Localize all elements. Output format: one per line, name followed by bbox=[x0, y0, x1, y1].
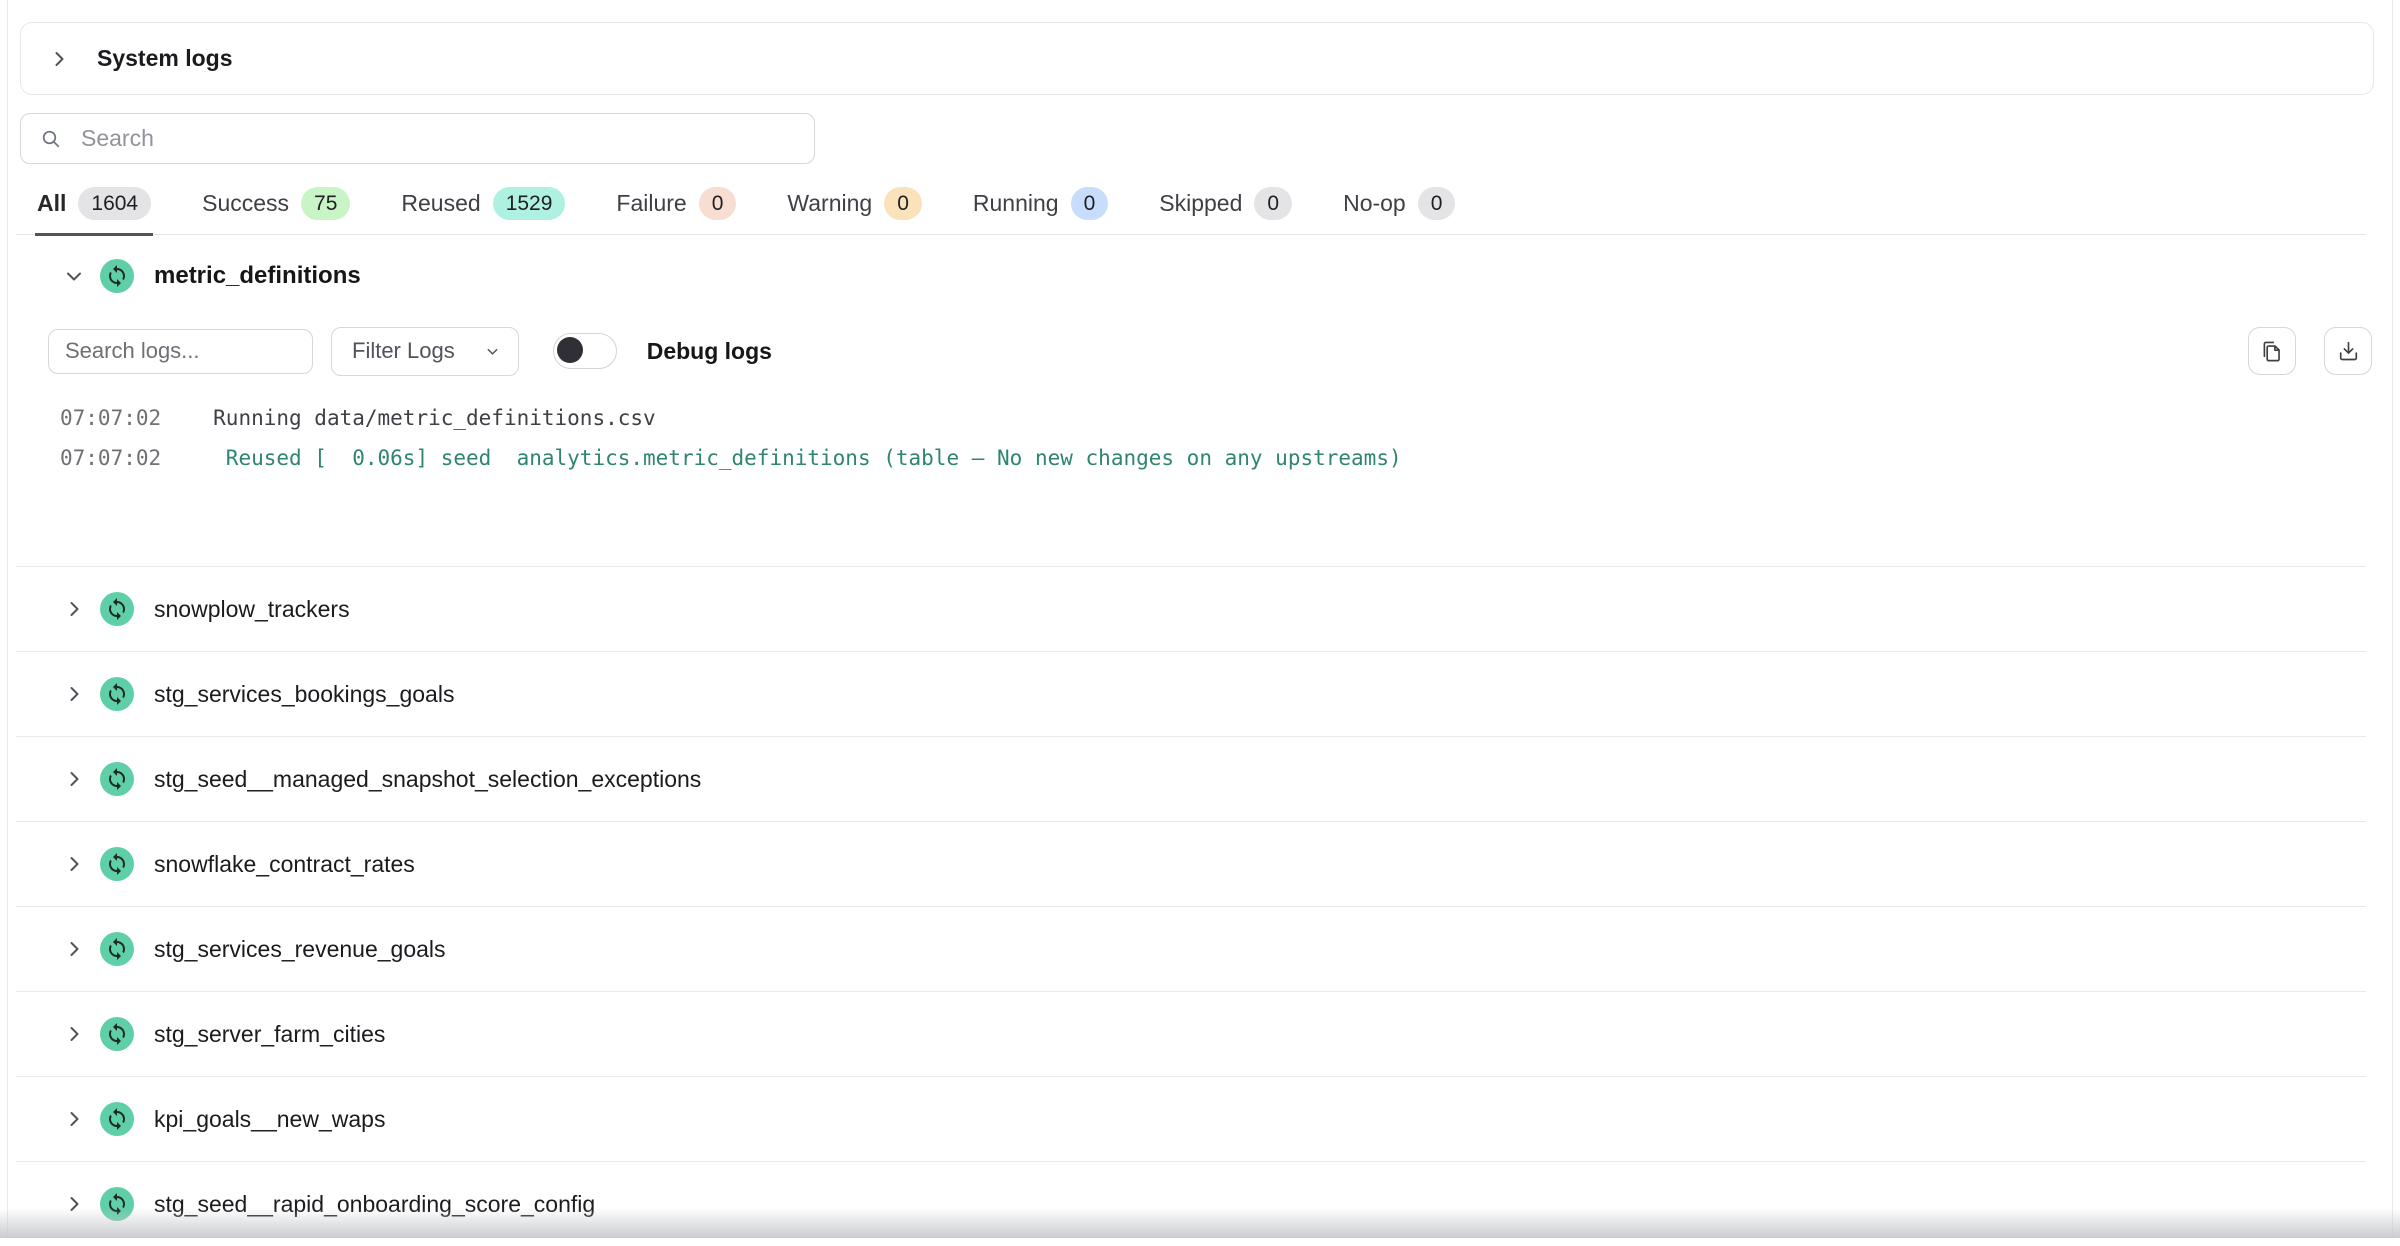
debug-logs-toggle[interactable] bbox=[553, 333, 617, 369]
log-message: Running data/metric_definitions.csv bbox=[213, 398, 656, 438]
filter-logs-dropdown[interactable]: Filter Logs bbox=[331, 327, 519, 376]
chevron-right-icon bbox=[64, 1024, 84, 1044]
reused-status-icon bbox=[100, 1187, 134, 1221]
copy-icon bbox=[2259, 338, 2286, 365]
chevron-right-icon bbox=[64, 1194, 84, 1214]
reused-status-icon bbox=[100, 1017, 134, 1051]
tab-failure[interactable]: Failure 0 bbox=[614, 187, 738, 236]
chevron-right-icon bbox=[64, 939, 84, 959]
section-title: kpi_goals__new_waps bbox=[154, 1106, 385, 1133]
reused-status-icon bbox=[100, 847, 134, 881]
system-logs-label: System logs bbox=[97, 45, 233, 72]
section-row-stg-seed-rapid-onboarding-score-config[interactable]: stg_seed__rapid_onboarding_score_config bbox=[16, 1161, 2366, 1246]
tab-success[interactable]: Success 75 bbox=[200, 187, 352, 236]
reused-status-icon bbox=[100, 592, 134, 626]
reused-status-icon bbox=[100, 259, 134, 293]
section-title: stg_seed__rapid_onboarding_score_config bbox=[154, 1191, 595, 1218]
section-row-kpi-goals-new-waps[interactable]: kpi_goals__new_waps bbox=[16, 1076, 2366, 1161]
chevron-down-icon bbox=[485, 344, 500, 359]
tab-skipped[interactable]: Skipped 0 bbox=[1157, 187, 1294, 236]
section-title: stg_server_farm_cities bbox=[154, 1021, 385, 1048]
log-line: 07:07:02 Reused [ 0.06s] seed analytics.… bbox=[16, 438, 2366, 478]
log-toolbar: Filter Logs Debug logs bbox=[16, 322, 2372, 380]
count-badge: 75 bbox=[301, 187, 350, 220]
count-badge: 1529 bbox=[493, 187, 566, 220]
tab-reused[interactable]: Reused 1529 bbox=[399, 187, 567, 236]
system-logs-header[interactable]: System logs bbox=[20, 22, 2374, 95]
log-timestamp: 07:07:02 bbox=[60, 438, 161, 478]
status-tabs: All 1604 Success 75 Reused 1529 Failure … bbox=[16, 190, 2366, 235]
reused-status-icon bbox=[100, 1102, 134, 1136]
debug-logs-label: Debug logs bbox=[647, 338, 772, 365]
search-input[interactable] bbox=[79, 118, 814, 160]
count-badge: 0 bbox=[699, 187, 737, 220]
count-badge: 0 bbox=[1071, 187, 1109, 220]
chevron-right-icon bbox=[64, 854, 84, 874]
toggle-knob bbox=[557, 337, 583, 363]
chevron-down-icon bbox=[64, 266, 84, 286]
section-title: stg_services_revenue_goals bbox=[154, 936, 446, 963]
search-icon bbox=[39, 127, 63, 151]
section-title: stg_seed__managed_snapshot_selection_exc… bbox=[154, 766, 701, 793]
section-row-stg-seed-managed-snapshot-selection-exceptions[interactable]: stg_seed__managed_snapshot_selection_exc… bbox=[16, 736, 2366, 821]
section-row-snowflake-contract-rates[interactable]: snowflake_contract_rates bbox=[16, 821, 2366, 906]
section-title: metric_definitions bbox=[154, 262, 361, 290]
tab-warning[interactable]: Warning 0 bbox=[785, 187, 923, 236]
run-logs-page: System logs All 1604 Success 75 Reused 1… bbox=[7, 0, 2393, 1238]
section-row-stg-server-farm-cities[interactable]: stg_server_farm_cities bbox=[16, 991, 2366, 1076]
log-output: 07:07:02 Running data/metric_definitions… bbox=[16, 398, 2366, 478]
copy-logs-button[interactable] bbox=[2248, 327, 2296, 375]
log-search-input[interactable] bbox=[48, 329, 313, 374]
count-badge: 0 bbox=[1418, 187, 1456, 220]
tab-all[interactable]: All 1604 bbox=[35, 187, 153, 236]
section-row-stg-services-revenue-goals[interactable]: stg_services_revenue_goals bbox=[16, 906, 2366, 991]
download-icon bbox=[2335, 338, 2362, 365]
section-title: snowplow_trackers bbox=[154, 596, 350, 623]
chevron-right-icon bbox=[64, 769, 84, 789]
reused-status-icon bbox=[100, 762, 134, 796]
chevron-right-icon bbox=[64, 684, 84, 704]
count-badge: 1604 bbox=[78, 187, 151, 220]
chevron-right-icon bbox=[64, 1109, 84, 1129]
chevron-right-icon bbox=[49, 49, 69, 69]
log-timestamp: 07:07:02 bbox=[60, 398, 161, 438]
section-row-stg-services-bookings-goals[interactable]: stg_services_bookings_goals bbox=[16, 651, 2366, 736]
log-line: 07:07:02 Running data/metric_definitions… bbox=[16, 398, 2366, 438]
node-rows: snowplow_trackers stg_services_bookings_… bbox=[16, 566, 2366, 1246]
chevron-right-icon bbox=[64, 599, 84, 619]
section-title: stg_services_bookings_goals bbox=[154, 681, 454, 708]
tab-no-op[interactable]: No-op 0 bbox=[1341, 187, 1457, 236]
section-title: snowflake_contract_rates bbox=[154, 851, 415, 878]
search-bar bbox=[20, 113, 815, 164]
count-badge: 0 bbox=[1254, 187, 1292, 220]
tab-running[interactable]: Running 0 bbox=[971, 187, 1110, 236]
download-logs-button[interactable] bbox=[2324, 327, 2372, 375]
log-message: Reused [ 0.06s] seed analytics.metric_de… bbox=[213, 438, 1401, 478]
section-row-metric-definitions[interactable]: metric_definitions bbox=[16, 242, 2366, 310]
count-badge: 0 bbox=[884, 187, 922, 220]
reused-status-icon bbox=[100, 932, 134, 966]
reused-status-icon bbox=[100, 677, 134, 711]
section-row-snowplow-trackers[interactable]: snowplow_trackers bbox=[16, 566, 2366, 651]
